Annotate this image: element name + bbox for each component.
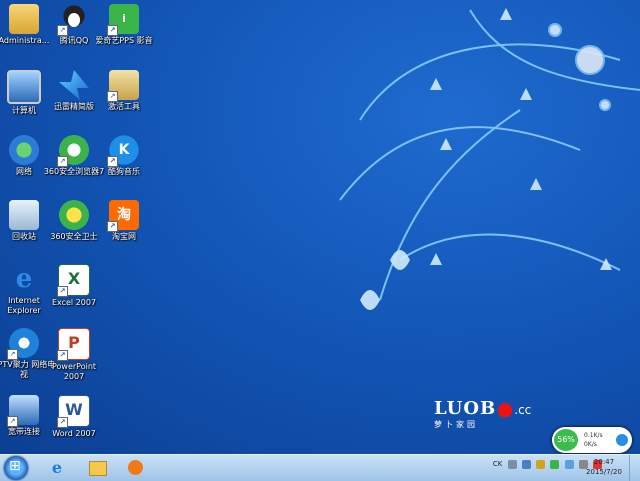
shortcut-arrow-icon: ↗ [57, 417, 68, 428]
broadband-connection-icon: ↗ [7, 395, 39, 427]
recycle-bin-icon [9, 200, 39, 230]
icon-label: 淘宝网 [112, 232, 136, 241]
luobo-logo: LUOB .cc 萝卜家园 [434, 398, 531, 430]
speed-readout: 0.1K/s 0K/s [584, 431, 603, 449]
desktop-icon-activation-tool[interactable]: ↗ 激活工具 [92, 70, 156, 112]
desktop-icon-iqiyi[interactable]: i ↗ 爱奇艺PPS 影音 [92, 4, 156, 46]
flag-icon[interactable] [536, 460, 546, 469]
360-tray-icon[interactable] [550, 460, 560, 469]
shortcut-arrow-icon: ↗ [107, 91, 118, 102]
360-browser-icon: ↗ [57, 135, 89, 167]
network-icon [9, 135, 39, 165]
keyboard-icon[interactable] [507, 460, 517, 469]
pptv-icon: ↗ [7, 328, 39, 360]
shortcut-arrow-icon: ↗ [57, 286, 68, 297]
computer-icon [7, 70, 41, 104]
shortcut-arrow-icon: ↗ [7, 416, 18, 427]
desktop-icon-kugou[interactable]: K ↗ 酷狗音乐 [92, 135, 156, 177]
shortcut-arrow-icon: ↗ [57, 156, 68, 167]
iqiyi-icon: i ↗ [107, 4, 139, 36]
shortcut-arrow-icon: ↗ [57, 25, 68, 36]
download-speed: 0K/s [584, 441, 597, 448]
taobao-icon: 淘 ↗ [107, 200, 139, 232]
logo-subtitle: 萝卜家园 [434, 420, 478, 429]
word-icon: W ↗ [57, 395, 90, 428]
desktop-icon-excel[interactable]: X ↗ Excel 2007 [42, 264, 106, 308]
shortcut-arrow-icon: ↗ [57, 350, 68, 361]
icon-label: Excel 2007 [51, 298, 97, 307]
desktop: Administra... 计算机 网络 回收站 e Internet Expl… [0, 0, 640, 454]
monitor-tray-icon[interactable] [564, 460, 574, 469]
desktop-icon-powerpoint[interactable]: P ↗ PowerPoint 2007 [42, 328, 106, 382]
kugou-music-icon: K ↗ [107, 135, 139, 167]
icon-label: 激活工具 [108, 102, 140, 111]
shortcut-arrow-icon: ↗ [7, 349, 18, 360]
shortcut-arrow-icon: ↗ [107, 221, 118, 232]
icon-label: 爱奇艺PPS 影音 [95, 36, 153, 45]
network-tray-icon[interactable] [521, 460, 531, 469]
memory-percent: 56% [554, 429, 578, 451]
wallpaper-floral-art [339, 8, 640, 310]
taskbar-file-explorer-icon[interactable] [80, 456, 114, 480]
radish-icon [498, 402, 513, 417]
network-speed-widget[interactable]: 56% 0.1K/s 0K/s [552, 427, 632, 453]
language-indicator[interactable]: CK [493, 460, 502, 469]
clock-date: 2015/7/20 [586, 468, 622, 476]
360-security-icon [59, 200, 89, 230]
internet-explorer-icon: e [15, 264, 33, 294]
taskbar-internet-explorer-icon[interactable]: e [40, 456, 74, 480]
icon-label: PowerPoint 2007 [51, 362, 97, 381]
taskbar-clock[interactable]: 20:47 2015/7/20 [584, 457, 624, 477]
activation-tool-icon: ↗ [107, 70, 139, 102]
thunder-icon [59, 70, 89, 100]
taskbar-media-player-icon[interactable] [118, 456, 152, 480]
clock-time: 20:47 [593, 458, 615, 466]
icon-label: 酷狗音乐 [108, 167, 140, 176]
desktop-icon-taobao[interactable]: 淘 ↗ 淘宝网 [92, 200, 156, 242]
logo-brand: LUOB [434, 398, 497, 419]
upload-speed: 0.1K/s [584, 432, 603, 439]
shortcut-arrow-icon: ↗ [107, 156, 118, 167]
show-desktop-button[interactable] [629, 455, 640, 481]
desktop-icon-word[interactable]: W ↗ Word 2007 [42, 395, 106, 439]
start-button[interactable] [4, 456, 28, 480]
qq-penguin-icon: ↗ [57, 4, 89, 36]
shortcut-arrow-icon: ↗ [107, 25, 118, 36]
accelerate-icon[interactable] [616, 434, 628, 446]
icon-label: Word 2007 [52, 429, 96, 438]
user-folder-icon [9, 4, 39, 34]
excel-icon: X ↗ [57, 264, 90, 297]
taskbar: e CK 20:47 2015/7/20 [0, 454, 640, 481]
logo-domain: .cc [514, 403, 532, 417]
powerpoint-icon: P ↗ [57, 328, 90, 361]
